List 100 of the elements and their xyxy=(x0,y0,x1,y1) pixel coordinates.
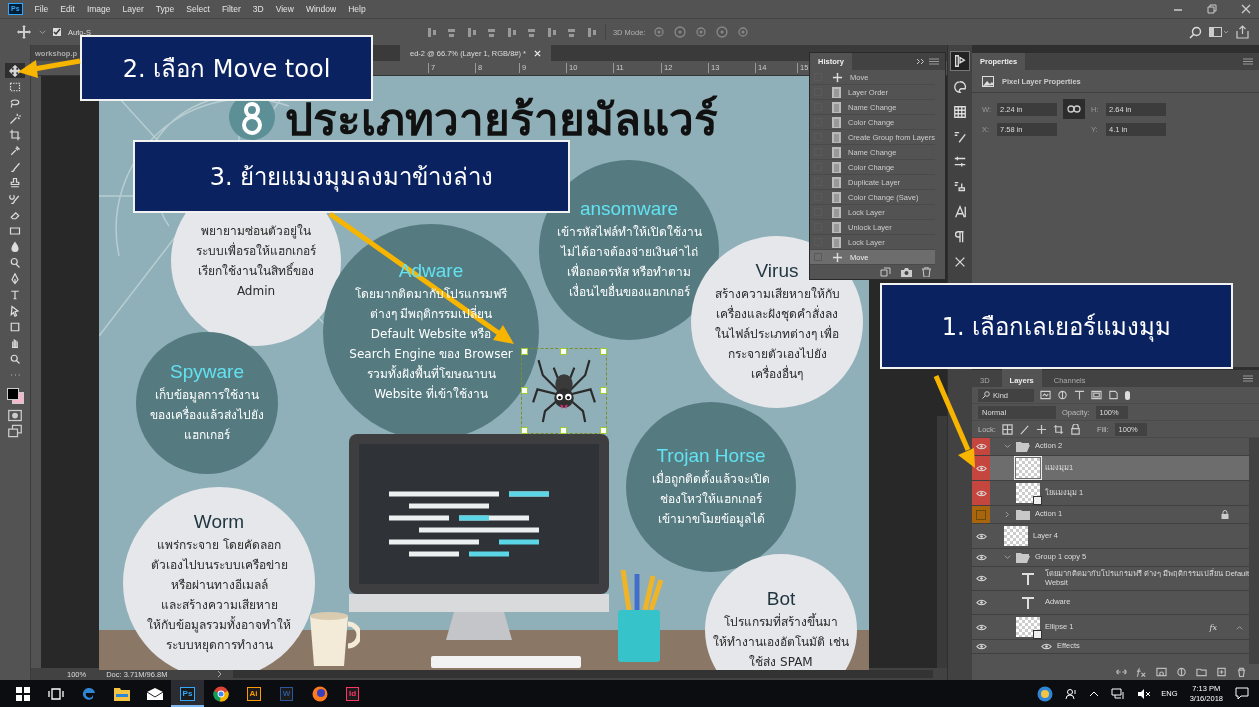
menu-item[interactable]: Help xyxy=(348,4,366,14)
restore-icon[interactable] xyxy=(1207,4,1217,14)
menu-item[interactable]: File xyxy=(34,4,49,14)
volume-muted-icon[interactable] xyxy=(1137,687,1152,700)
layer-action-icon[interactable] xyxy=(1196,667,1207,677)
eye-icon[interactable] xyxy=(975,554,987,561)
share-icon[interactable] xyxy=(1236,25,1249,39)
menu-item[interactable]: 3D xyxy=(252,4,264,14)
transform-handle[interactable] xyxy=(521,427,528,434)
link-icon[interactable] xyxy=(1063,99,1085,119)
document-icon xyxy=(832,146,841,158)
visibility-cell[interactable] xyxy=(972,438,990,455)
eye-icon[interactable] xyxy=(975,623,987,631)
layer-thumbnail xyxy=(1016,483,1040,503)
close-icon[interactable] xyxy=(1241,4,1251,14)
filter-icon[interactable] xyxy=(1091,390,1102,400)
menu-item[interactable]: Filter xyxy=(221,4,241,14)
trash-icon[interactable] xyxy=(922,267,931,277)
filter-icon[interactable] xyxy=(1057,390,1068,400)
instruction-callout: 1. เลือกเลเยอร์แมงมุม xyxy=(880,283,1233,369)
transform-bounding-box[interactable] xyxy=(521,348,607,434)
search-icon[interactable] xyxy=(1189,25,1202,39)
lock-option-icon[interactable] xyxy=(1069,423,1081,435)
menu-item[interactable]: View xyxy=(275,4,294,14)
notifications-icon[interactable] xyxy=(1235,687,1249,700)
transform-handle[interactable] xyxy=(521,387,528,394)
workspace-icon[interactable] xyxy=(1209,26,1229,38)
filter-icon[interactable] xyxy=(1040,390,1051,400)
menu-item[interactable]: Select xyxy=(186,4,210,14)
network-icon[interactable] xyxy=(1111,687,1126,700)
move-tool-icon xyxy=(832,71,843,83)
panel-menu-icon[interactable] xyxy=(929,58,939,65)
eye-icon[interactable] xyxy=(975,599,987,606)
lock-option-icon[interactable] xyxy=(1018,423,1030,435)
layer-action-icon[interactable] xyxy=(1236,667,1247,677)
lock-option-icon[interactable] xyxy=(1052,423,1064,435)
visibility-cell[interactable] xyxy=(972,506,990,523)
circle-text: สร้างความเสียหายให้กับ เครื่องและฝังชุดคำสั่งลง ในไฟล์ประเภทต่างๆ เพื่อ กระจายตัวเองไปยัง เครื่องอื่นๆ xyxy=(714,286,840,383)
visibility-cell[interactable] xyxy=(972,481,990,505)
layer-action-icon[interactable] xyxy=(1136,667,1147,677)
panel-icon[interactable] xyxy=(950,51,970,71)
panel-icon[interactable] xyxy=(951,78,969,96)
caret-icon[interactable] xyxy=(1236,623,1243,631)
circle-text: เมื่อถูกติดตั้งแล้วจะเปิด ช่องโหว่ให้แฮกเกอร์ เข้ามาขโมยข้อมูลได้ xyxy=(652,469,770,529)
layer-action-icon[interactable] xyxy=(1116,667,1127,677)
transform-handle[interactable] xyxy=(600,387,607,394)
color-swatches-icon[interactable] xyxy=(6,387,24,403)
move-tool-icon[interactable] xyxy=(5,63,25,78)
document-icon xyxy=(832,116,841,128)
quick-mask-icon[interactable] xyxy=(5,408,25,423)
auto-select-checkbox[interactable] xyxy=(53,28,61,36)
menu-item[interactable]: Window xyxy=(305,4,337,14)
menu-item[interactable]: Edit xyxy=(60,4,75,14)
visibility-cell[interactable] xyxy=(972,456,990,480)
lock-option-icon[interactable] xyxy=(1035,423,1047,435)
screen-mode-icon[interactable] xyxy=(5,424,25,439)
filter-icon[interactable] xyxy=(1074,390,1085,400)
layer-action-icon[interactable] xyxy=(1176,667,1187,677)
chevron-up-icon[interactable] xyxy=(1089,690,1100,697)
scrollbar[interactable] xyxy=(937,416,947,668)
eye-icon[interactable] xyxy=(975,443,987,450)
filter-icon[interactable] xyxy=(1108,390,1119,400)
eye-icon[interactable] xyxy=(975,464,987,472)
caret-icon[interactable] xyxy=(39,28,46,36)
transform-handle[interactable] xyxy=(600,427,607,434)
taskbar-app-icon[interactable]: Ps xyxy=(171,680,204,707)
panel-menu-icon[interactable] xyxy=(1243,58,1253,65)
menu-item[interactable]: Type xyxy=(155,4,175,14)
caret-icon[interactable] xyxy=(1004,554,1011,561)
filter-toggle[interactable] xyxy=(1125,390,1130,400)
circle-heading: Bot xyxy=(766,588,796,610)
new-document-icon[interactable] xyxy=(880,267,891,277)
eye-icon[interactable] xyxy=(975,532,987,540)
scrollbar[interactable] xyxy=(233,670,933,678)
layer-action-icon[interactable] xyxy=(1156,667,1167,677)
eye-icon[interactable] xyxy=(975,489,987,497)
move-tool-icon[interactable] xyxy=(16,24,32,40)
help-icon[interactable] xyxy=(1037,685,1054,702)
eye-icon[interactable] xyxy=(975,575,987,582)
document-icon xyxy=(832,161,841,173)
panel-icon[interactable] xyxy=(951,103,969,121)
caret-icon[interactable] xyxy=(1004,511,1011,518)
layer-thumbnail xyxy=(1016,617,1040,637)
collapse-icon[interactable] xyxy=(916,58,925,65)
panel-menu-icon[interactable] xyxy=(1243,375,1253,382)
person-icon[interactable] xyxy=(1065,687,1078,700)
caret-icon[interactable] xyxy=(1004,443,1011,450)
transform-handle[interactable] xyxy=(521,348,528,355)
circle-text: เก็บข้อมูลการใช้งาน ของเครื่องแล้วส่งไปยัง แฮกเกอร์ xyxy=(150,386,264,444)
menu-item[interactable]: Image xyxy=(86,4,111,14)
transform-handle[interactable] xyxy=(560,427,567,434)
menu-item[interactable]: Layer xyxy=(122,4,144,14)
eye-icon[interactable] xyxy=(1041,643,1052,650)
lock-option-icon[interactable] xyxy=(1001,423,1013,435)
transform-handle[interactable] xyxy=(560,348,567,355)
layer-action-icon[interactable] xyxy=(1216,667,1227,677)
chevron-right-icon[interactable] xyxy=(217,670,224,678)
camera-icon[interactable] xyxy=(901,267,912,277)
circle-heading: Trojan Horse xyxy=(656,445,766,467)
transform-handle[interactable] xyxy=(600,348,607,355)
